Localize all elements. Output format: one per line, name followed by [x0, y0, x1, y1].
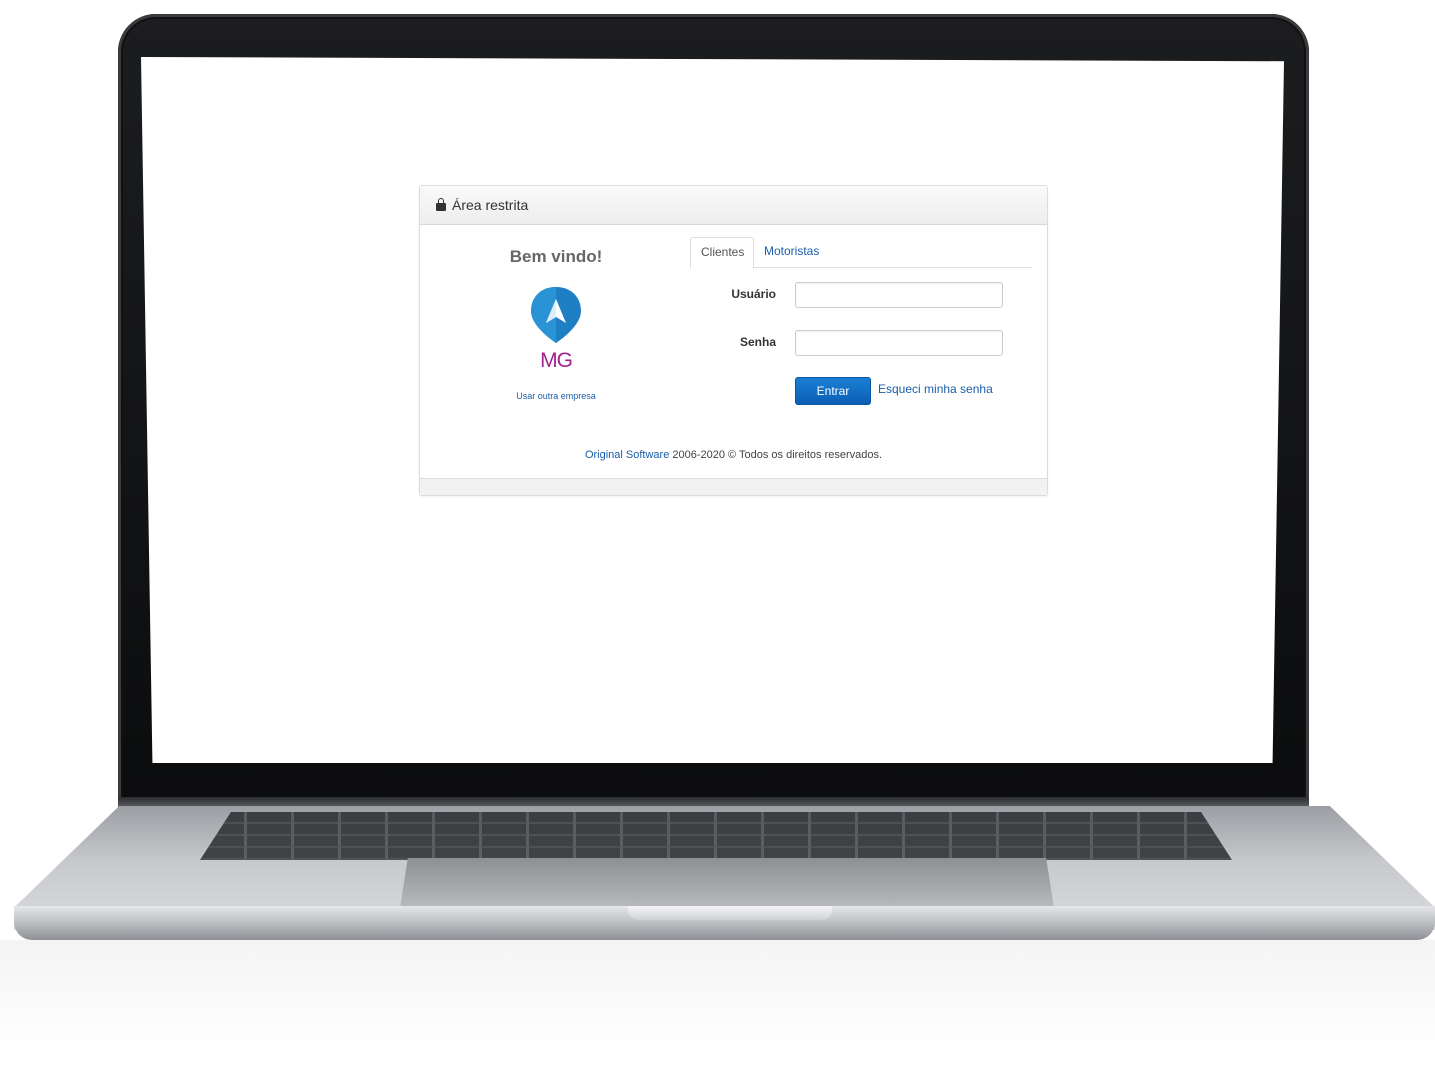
- laptop-trackpad: [400, 858, 1054, 908]
- tab-bar: Clientes Motoristas: [690, 237, 1032, 269]
- laptop-screen: Área restrita Bem vindo! MG Usar outra e…: [141, 57, 1284, 763]
- panel-title: Área restrita: [452, 197, 529, 213]
- password-input[interactable]: [795, 330, 1003, 356]
- panel-body: Bem vindo! MG Usar outra empresa Cliente…: [420, 225, 1047, 477]
- laptop-mockup: Área restrita Bem vindo! MG Usar outra e…: [0, 0, 1435, 1079]
- username-input[interactable]: [795, 282, 1003, 308]
- logo-text: MG: [540, 349, 573, 372]
- other-company-link[interactable]: Usar outra empresa: [498, 391, 614, 401]
- username-label: Usuário: [731, 287, 776, 301]
- password-label: Senha: [739, 335, 776, 349]
- panel-header: Área restrita: [420, 186, 1047, 225]
- laptop-notch: [628, 906, 832, 920]
- floor-reflection: [0, 940, 1435, 1079]
- copyright-footer: Original Software 2006-2020 © Todos os d…: [420, 449, 1047, 461]
- login-button[interactable]: Entrar: [795, 377, 871, 405]
- company-link[interactable]: Original Software: [585, 449, 669, 461]
- tab-clientes[interactable]: Clientes: [690, 237, 754, 269]
- login-panel: Área restrita Bem vindo! MG Usar outra e…: [419, 185, 1048, 496]
- welcome-heading: Bem vindo!: [509, 247, 603, 266]
- laptop-keyboard-rows: [200, 812, 1232, 860]
- copyright-text: 2006-2020 © Todos os direitos reservados…: [669, 449, 883, 461]
- tab-motoristas[interactable]: Motoristas: [754, 237, 829, 266]
- lock-icon: [436, 198, 446, 211]
- panel-footer: [420, 478, 1047, 495]
- forgot-password-link[interactable]: Esqueci minha senha: [878, 382, 993, 396]
